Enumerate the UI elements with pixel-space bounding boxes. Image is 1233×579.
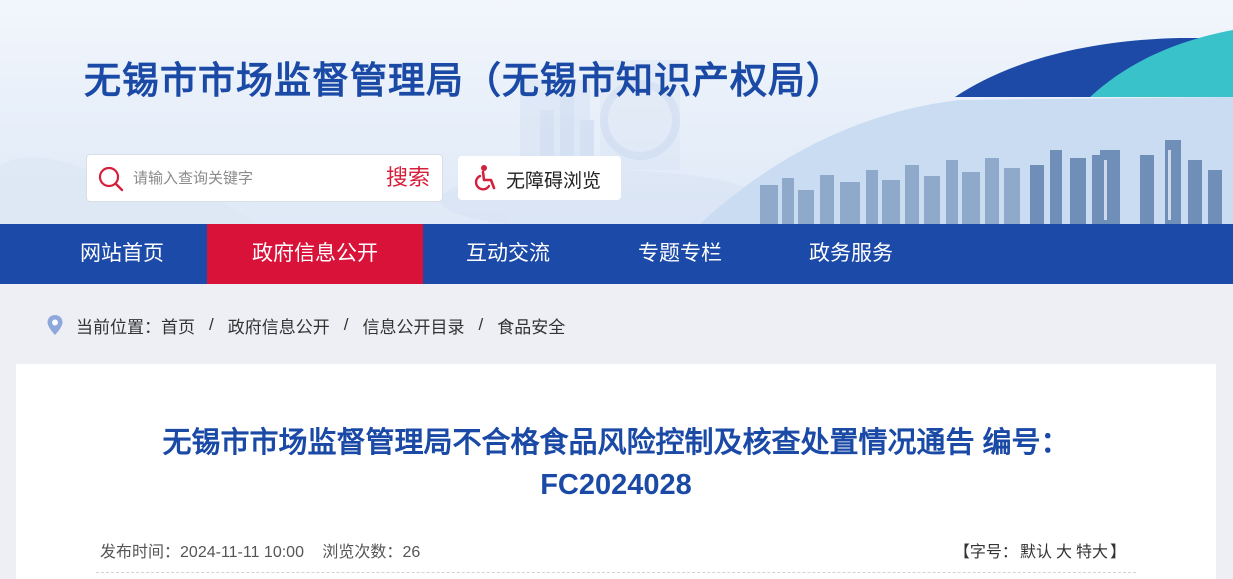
- article-meta: 发布时间：2024-11-11 10:00 浏览次数：26: [100, 538, 434, 562]
- breadcrumb-prefix: 当前位置：: [76, 317, 161, 337]
- font-size-extra-large[interactable]: 特大: [1076, 544, 1108, 561]
- nav-item-home[interactable]: 网站首页: [57, 224, 187, 284]
- breadcrumb-catalog[interactable]: 信息公开目录: [362, 313, 464, 338]
- font-size-open-bracket: 【: [953, 544, 970, 561]
- site-header: 无锡市市场监督管理局（无锡市知识产权局） 搜索 无障碍浏览: [0, 0, 1233, 224]
- wheelchair-icon: [474, 165, 496, 191]
- view-count: 浏览次数：26: [322, 544, 420, 561]
- breadcrumb: 当前位置： 首页 / 政府信息公开 / 信息公开目录 / 食品安全: [46, 312, 565, 338]
- search-input[interactable]: [133, 163, 373, 193]
- search-box: 搜索: [86, 154, 443, 202]
- breadcrumb-food-safety[interactable]: 食品安全: [497, 313, 565, 338]
- nav-item-gov-services[interactable]: 政务服务: [786, 224, 916, 284]
- accessibility-button[interactable]: 无障碍浏览: [458, 156, 621, 200]
- breadcrumb-separator: /: [478, 315, 484, 334]
- breadcrumb-home[interactable]: 首页: [161, 313, 195, 338]
- site-title: 无锡市市场监督管理局（无锡市知识产权局）: [84, 60, 844, 101]
- meta-divider: [96, 572, 1136, 573]
- article-title: 无锡市市场监督管理局不合格食品风险控制及核查处置情况通告 编号： FC20240…: [56, 422, 1176, 506]
- nav-item-gov-info[interactable]: 政府信息公开: [207, 224, 423, 284]
- publish-time: 发布时间：2024-11-11 10:00: [100, 544, 304, 561]
- search-icon: [98, 166, 124, 192]
- main-nav: 网站首页 政府信息公开 互动交流 专题专栏 政务服务: [0, 224, 1233, 284]
- font-size-close-bracket: 】: [1109, 544, 1126, 561]
- article-panel: 无锡市市场监督管理局不合格食品风险控制及核查处置情况通告 编号： FC20240…: [16, 364, 1216, 579]
- breadcrumb-separator: /: [209, 315, 214, 334]
- views-value: 26: [402, 544, 421, 561]
- font-size-large[interactable]: 大: [1056, 544, 1072, 561]
- accessibility-label: 无障碍浏览: [506, 171, 602, 192]
- article-title-line1: 无锡市市场监督管理局不合格食品风险控制及核查处置情况通告 编号：: [162, 427, 1070, 459]
- font-size-default[interactable]: 默认: [1020, 544, 1052, 561]
- publish-value: 2024-11-11 10:00: [180, 544, 304, 561]
- breadcrumb-gov-info[interactable]: 政府信息公开: [228, 313, 330, 338]
- search-button[interactable]: 搜索: [386, 163, 430, 193]
- nav-item-special-topics[interactable]: 专题专栏: [615, 224, 745, 284]
- article-title-line2: FC2024028: [540, 469, 692, 501]
- font-size-label: 字号：: [969, 544, 1018, 561]
- location-pin-icon: [47, 315, 63, 335]
- publish-label: 发布时间：: [100, 544, 181, 561]
- font-size-switcher: 【字号： 默认大特大】: [954, 538, 1126, 562]
- views-label: 浏览次数：: [322, 544, 403, 561]
- nav-item-interaction[interactable]: 互动交流: [443, 224, 573, 284]
- breadcrumb-separator: /: [343, 315, 349, 334]
